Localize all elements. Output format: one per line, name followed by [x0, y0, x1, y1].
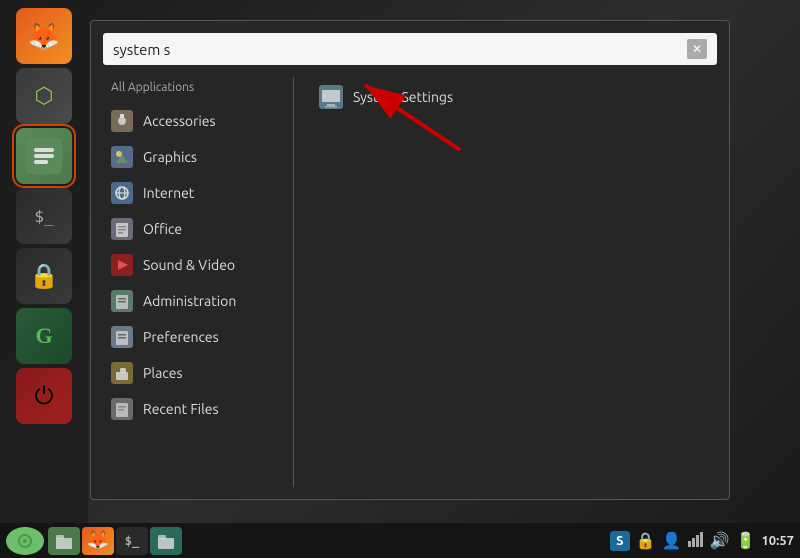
category-accessories[interactable]: Accessories [103, 104, 278, 138]
internet-icon [111, 182, 133, 204]
categories-header: All Applications [103, 77, 278, 102]
category-sound-video[interactable]: Sound & Video [103, 248, 278, 282]
menu-popup: ✕ All Applications Accessories [90, 20, 730, 500]
category-preferences[interactable]: Preferences [103, 320, 278, 354]
sidebar-icon-apps[interactable]: ⬡ [16, 68, 72, 124]
sidebar: 🦊 ⬡ $_ 🔒 G ⏻ [0, 0, 88, 523]
search-clear-button[interactable]: ✕ [687, 39, 707, 59]
administration-label: Administration [143, 293, 236, 309]
result-system-settings[interactable]: System Settings [309, 77, 717, 117]
category-places[interactable]: Places [103, 356, 278, 390]
category-administration[interactable]: Administration [103, 284, 278, 318]
taskbar: 🦊 $_ S 🔒 👤 [0, 523, 800, 558]
preferences-label: Preferences [143, 329, 219, 345]
system-settings-label: System Settings [353, 89, 453, 105]
places-icon [111, 362, 133, 384]
sidebar-icon-gdebi[interactable] [16, 128, 72, 184]
accessories-label: Accessories [143, 113, 216, 129]
internet-label: Internet [143, 185, 194, 201]
taskbar-tray: S 🔒 👤 🔊 🔋 10:57 [610, 531, 794, 551]
tray-icon-user[interactable]: 👤 [662, 531, 682, 550]
tray-icon-battery[interactable]: 🔋 [736, 531, 756, 550]
sidebar-icon-lock[interactable]: 🔒 [16, 248, 72, 304]
taskbar-terminal[interactable]: $_ [116, 527, 148, 555]
menu-content: All Applications Accessories [103, 77, 717, 487]
taskbar-nemo[interactable] [48, 527, 80, 555]
office-label: Office [143, 221, 182, 237]
taskbar-files[interactable] [150, 527, 182, 555]
search-bar: ✕ [103, 33, 717, 65]
tray-icon-network[interactable] [688, 531, 704, 551]
system-settings-icon [319, 85, 343, 109]
graphics-icon [111, 146, 133, 168]
administration-icon [111, 290, 133, 312]
menu-divider [293, 77, 294, 487]
sound-video-icon [111, 254, 133, 276]
taskbar-apps: 🦊 $_ [48, 527, 182, 555]
recent-files-icon [111, 398, 133, 420]
category-internet[interactable]: Internet [103, 176, 278, 210]
category-office[interactable]: Office [103, 212, 278, 246]
sidebar-icon-power[interactable]: ⏻ [16, 368, 72, 424]
taskbar-clock: 10:57 [761, 534, 794, 548]
taskbar-firefox[interactable]: 🦊 [82, 527, 114, 555]
sidebar-icon-terminal[interactable]: $_ [16, 188, 72, 244]
results-column: System Settings [299, 77, 717, 487]
sidebar-icon-firefox[interactable]: 🦊 [16, 8, 72, 64]
tray-icon-s[interactable]: S [610, 531, 630, 551]
category-recent-files[interactable]: Recent Files [103, 392, 278, 426]
category-graphics[interactable]: Graphics [103, 140, 278, 174]
accessories-icon [111, 110, 133, 132]
office-icon [111, 218, 133, 240]
search-input[interactable] [113, 41, 687, 58]
categories-column: All Applications Accessories [103, 77, 288, 487]
tray-icon-lock[interactable]: 🔒 [636, 531, 656, 550]
preferences-icon [111, 326, 133, 348]
places-label: Places [143, 365, 183, 381]
graphics-label: Graphics [143, 149, 197, 165]
sidebar-icon-grammarly[interactable]: G [16, 308, 72, 364]
desktop: 🦊 ⬡ $_ 🔒 G ⏻ [0, 0, 800, 558]
tray-icon-volume[interactable]: 🔊 [710, 531, 730, 550]
start-button[interactable] [6, 527, 44, 555]
recent-files-label: Recent Files [143, 401, 219, 417]
sound-video-label: Sound & Video [143, 257, 235, 273]
